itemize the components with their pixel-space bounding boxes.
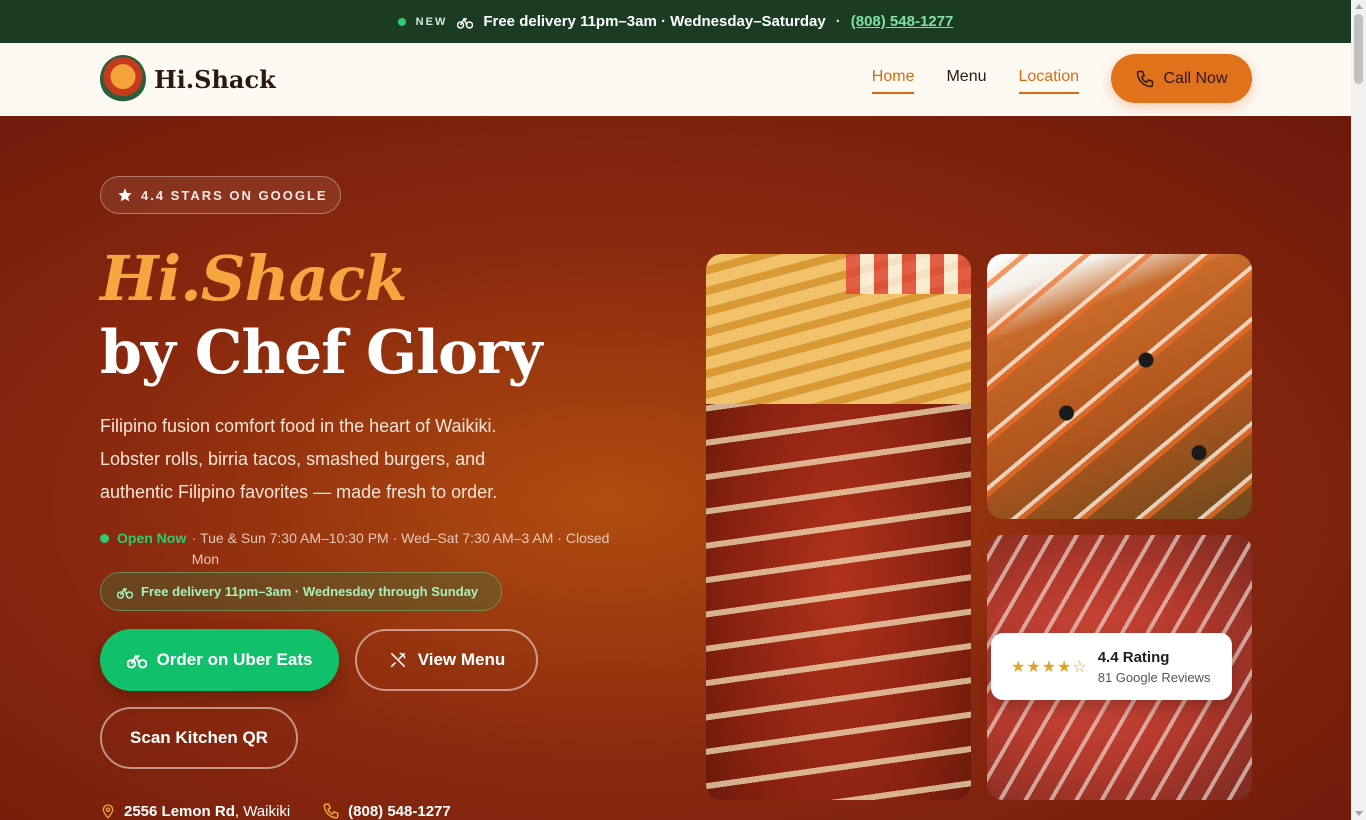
scroll-down-icon[interactable]: [1355, 811, 1363, 816]
view-menu-button[interactable]: View Menu: [355, 629, 538, 691]
hero-title-brand: Hi.Shack: [100, 242, 407, 315]
review-count: 81 Google Reviews: [1097, 669, 1211, 685]
nav-link-home[interactable]: Home: [871, 68, 915, 94]
open-status-text: Open Now: [117, 530, 187, 546]
scan-kitchen-qr-button[interactable]: Scan Kitchen QR: [100, 707, 298, 769]
food-image-chicken-nachos: [987, 254, 1252, 519]
hero-description: Filipino fusion comfort food in the hear…: [100, 416, 498, 502]
announcement-phone-link[interactable]: (808) 548-1277: [851, 13, 954, 30]
open-dot-icon: [100, 534, 109, 543]
address[interactable]: 2556 Lemon Rd, Waikiki: [100, 802, 290, 820]
bike-icon: [117, 586, 133, 599]
contact-info: 2556 Lemon Rd, Waikiki (808) 548-1277: [100, 802, 451, 820]
nav-links: Home Menu Location: [871, 68, 1079, 94]
address-street: 2556 Lemon Rd: [124, 802, 235, 820]
utensils-icon: [390, 652, 406, 668]
navbar: Hi.Shack Home Menu Location Call Now: [0, 43, 1351, 116]
order-uber-eats-button[interactable]: Order on Uber Eats: [100, 629, 339, 691]
food-image-lobster-fries: [706, 254, 971, 800]
bike-icon: [126, 654, 147, 669]
nav-link-menu[interactable]: Menu: [946, 68, 986, 94]
announcement-bar: NEW Free delivery 11pm–3am · Wednesday–S…: [0, 0, 1351, 43]
logo[interactable]: Hi.Shack: [100, 55, 276, 103]
view-menu-label: View Menu: [417, 650, 506, 669]
phone-icon: [1137, 70, 1154, 87]
open-status: Open Now: [100, 528, 192, 570]
announcement-text: Free delivery 11pm–3am · Wednesday–Satur…: [483, 13, 826, 30]
call-now-button[interactable]: Call Now: [1111, 54, 1252, 103]
status-dot-icon: [397, 17, 406, 26]
bike-icon: [457, 16, 474, 29]
announcement-separator: ·: [835, 13, 841, 30]
phone-number: (808) 548-1277: [348, 802, 451, 820]
badge-text: 4.4 STARS ON GOOGLE: [141, 187, 328, 203]
star-icon: [118, 188, 132, 202]
google-stars-badge: 4.4 STARS ON GOOGLE: [100, 176, 341, 214]
hero-section: 4.4 STARS ON GOOGLE Hi.Shack by Chef Glo…: [0, 116, 1351, 820]
address-area: , Waikiki: [234, 802, 291, 820]
scan-kitchen-qr-label: Scan Kitchen QR: [130, 728, 268, 747]
rating-score: 4.4 Rating: [1097, 648, 1170, 666]
rating-card: ★★★★☆ 4.4 Rating 81 Google Reviews: [991, 633, 1232, 700]
nav-link-location[interactable]: Location: [1018, 68, 1079, 94]
delivery-pill: Free delivery 11pm–3am · Wednesday throu…: [100, 572, 502, 611]
brand-name: Hi.Shack: [154, 64, 276, 94]
scroll-up-icon[interactable]: [1355, 4, 1363, 9]
phone-contact[interactable]: (808) 548-1277: [322, 802, 451, 820]
scrollbar-thumb[interactable]: [1354, 14, 1363, 84]
hours-text: · Tue & Sun 7:30 AM–10:30 PM · Wed–Sat 7…: [191, 530, 610, 567]
phone-icon: [323, 803, 339, 819]
opening-hours: Open Now · Tue & Sun 7:30 AM–10:30 PM · …: [100, 528, 630, 570]
map-pin-icon: [102, 804, 114, 819]
order-uber-eats-label: Order on Uber Eats: [156, 650, 313, 669]
hero-title-chef: by Chef Glory: [100, 318, 542, 388]
rating-stars-icon: ★★★★☆: [1011, 658, 1088, 676]
announcement-tag: NEW: [415, 15, 448, 28]
page-scrollbar[interactable]: [1351, 0, 1366, 820]
logo-image: [100, 55, 146, 103]
delivery-pill-text: Free delivery 11pm–3am · Wednesday throu…: [141, 584, 479, 599]
call-now-label: Call Now: [1163, 69, 1228, 87]
